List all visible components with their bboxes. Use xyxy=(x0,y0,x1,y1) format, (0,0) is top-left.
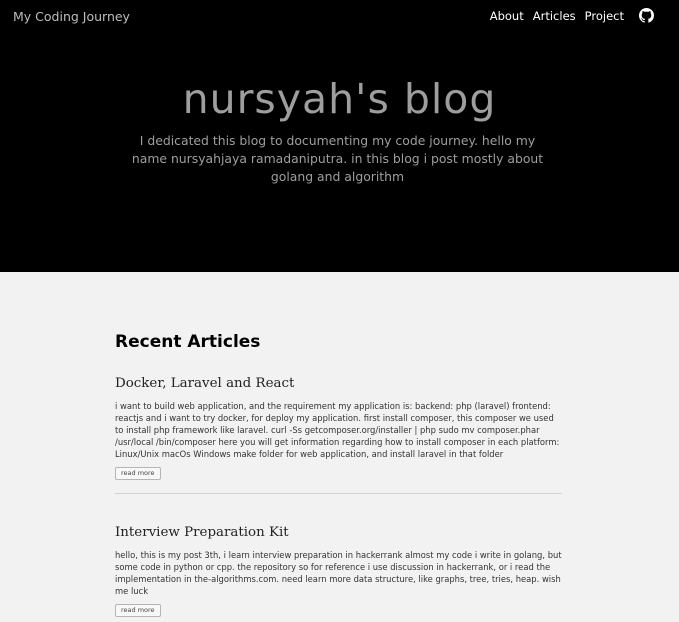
section-title-recent-articles: Recent Articles xyxy=(115,332,261,352)
top-nav: About Articles Project xyxy=(481,8,654,23)
read-more-button[interactable]: read more xyxy=(115,467,161,480)
article-divider xyxy=(115,493,562,494)
brand-link[interactable]: My Coding Journey xyxy=(13,9,130,24)
main-content: Recent Articles Docker, Laravel and Reac… xyxy=(115,272,562,617)
hero-description: I dedicated this blog to documenting my … xyxy=(131,133,544,184)
hero-header: My Coding Journey About Articles Project… xyxy=(0,0,679,272)
read-more-button[interactable]: read more xyxy=(115,604,161,617)
nav-link-project[interactable]: Project xyxy=(585,9,624,23)
github-icon[interactable] xyxy=(639,8,654,23)
nav-link-articles[interactable]: Articles xyxy=(533,9,576,23)
article-card: Interview Preparation Kit hello, this is… xyxy=(115,524,562,617)
nav-link-about[interactable]: About xyxy=(490,9,524,23)
article-card: Docker, Laravel and React i want to buil… xyxy=(115,375,562,480)
article-title[interactable]: Interview Preparation Kit xyxy=(115,524,562,542)
article-excerpt: hello, this is my post 3th, i learn inte… xyxy=(115,550,562,596)
github-icon-graphic xyxy=(639,8,654,23)
article-excerpt: i want to build web application, and the… xyxy=(115,401,560,459)
hero-title: nursyah's blog xyxy=(182,75,497,123)
article-title[interactable]: Docker, Laravel and React xyxy=(115,375,562,393)
